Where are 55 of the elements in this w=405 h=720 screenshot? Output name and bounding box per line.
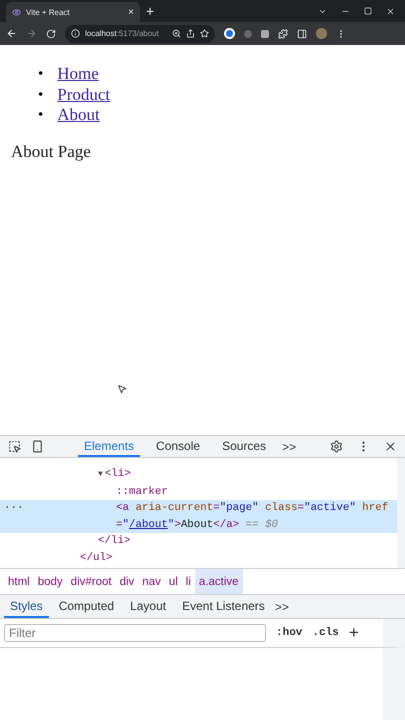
new-tab-button[interactable]: + (146, 3, 154, 19)
close-icon[interactable] (384, 440, 397, 453)
breadcrumb[interactable]: div#root (66, 569, 116, 594)
close-icon[interactable] (386, 6, 395, 16)
mouse-cursor-icon (117, 384, 127, 394)
close-tab-button[interactable]: × (128, 6, 134, 18)
bullet: • (38, 106, 44, 125)
star-icon[interactable] (200, 29, 209, 38)
dom-node-line[interactable]: ▼ <li> (0, 466, 397, 484)
side-panel-icon[interactable] (297, 28, 307, 38)
back-icon[interactable] (6, 28, 17, 39)
breadcrumb[interactable]: nav (138, 569, 165, 594)
filter-field[interactable]: Filter (4, 624, 266, 642)
styles-tab[interactable]: Layout (124, 595, 172, 618)
tab-title: Vite + React (26, 8, 71, 16)
settings-icon[interactable] (330, 440, 343, 453)
browser-tab[interactable]: Vite + React × (6, 2, 140, 22)
bullet: • (38, 65, 44, 84)
styles-tab[interactable]: Event Listeners (176, 595, 271, 618)
styles-tab[interactable]: Styles (4, 595, 49, 618)
breadcrumb[interactable]: li (182, 569, 195, 594)
devtools-tab[interactable]: Elements (78, 436, 140, 457)
nav-link[interactable]: Home (57, 64, 99, 84)
inspect-icon[interactable] (8, 440, 21, 453)
page-heading: About Page (11, 142, 92, 162)
zoom-icon[interactable] (172, 29, 181, 38)
favicon-icon (12, 8, 21, 16)
devtools-tab[interactable]: Console (150, 436, 206, 457)
dom-node-line[interactable]: </li> (0, 533, 397, 550)
dom-node-line[interactable]: ::marker (0, 484, 397, 500)
more-tabs-button[interactable]: >> (274, 600, 289, 614)
breadcrumb[interactable]: ul (164, 569, 182, 594)
breadcrumb[interactable]: a.active (194, 569, 243, 594)
devtools-tab[interactable]: Sources (216, 436, 272, 457)
nav-link[interactable]: About (57, 105, 100, 126)
breadcrumb[interactable]: div (116, 569, 138, 594)
breadcrumb[interactable]: body (34, 569, 67, 594)
hov-toggle[interactable]: :hov (276, 627, 302, 639)
address-bar[interactable]: localhost:5173/about (65, 24, 215, 42)
more-tabs-button[interactable]: >> (282, 440, 296, 454)
new-rule-button[interactable]: + (348, 623, 359, 643)
styles-tab[interactable]: Computed (52, 595, 120, 618)
info-icon[interactable] (71, 29, 80, 38)
share-icon[interactable] (186, 29, 195, 38)
extensions-icon[interactable] (278, 28, 288, 38)
bullet: • (38, 86, 44, 104)
breadcrumb[interactable]: html (4, 569, 34, 594)
dom-node-line[interactable]: </ul> (0, 550, 397, 566)
forward-icon[interactable] (26, 28, 37, 39)
device-toolbar-icon[interactable] (31, 440, 44, 453)
reload-icon[interactable] (46, 28, 56, 38)
nav-link[interactable]: Product (57, 84, 110, 105)
avatar-icon[interactable] (316, 28, 327, 39)
cls-toggle[interactable]: .cls (312, 627, 339, 639)
maximize-icon[interactable] (364, 6, 372, 14)
